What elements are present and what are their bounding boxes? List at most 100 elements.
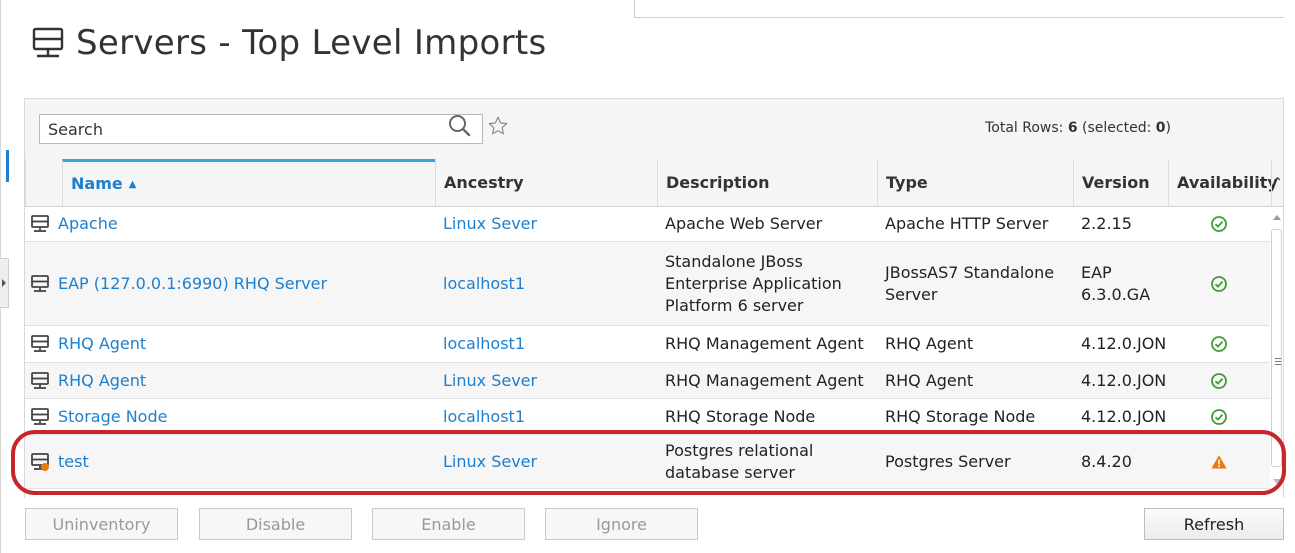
cell-name-text[interactable]: EAP (127.0.0.1:6990) RHQ Server [58, 273, 327, 295]
star-icon[interactable] [487, 115, 509, 137]
cell-ancestry-text[interactable]: Linux Sever [443, 213, 537, 235]
table-row[interactable]: test Linux Sever Postgres relational datab… [25, 435, 1270, 489]
cell-description-text: RHQ Storage Node [665, 406, 816, 426]
cell-name-text[interactable]: Apache [58, 213, 118, 235]
cell-type-text: Postgres Server [885, 451, 1011, 471]
server-icon [31, 274, 49, 292]
scroll-up-arrow-icon[interactable] [1273, 215, 1281, 220]
disable-button[interactable]: Disable [199, 508, 352, 540]
cell-description: RHQ Management Agent [657, 326, 877, 362]
cell-ancestry-text[interactable]: Linux Sever [443, 370, 537, 392]
check-circle-icon [1211, 275, 1227, 292]
cell-version-text: EAP 6.3.0.GA [1081, 262, 1151, 304]
server-icon [32, 27, 64, 58]
cell-description-text: Postgres relational database server [665, 440, 814, 482]
header-icon-column [25, 159, 62, 206]
cell-name[interactable]: Storage Node [25, 399, 435, 434]
grid-toolbar: Total Rows: 6 (selected: 0) [25, 99, 1283, 159]
scrollbar-grip-icon [1275, 358, 1281, 365]
table-row[interactable]: RHQ Agent localhost1 RHQ Management Agent R… [25, 326, 1270, 363]
cell-ancestry[interactable]: localhost1 [435, 399, 657, 434]
cell-name[interactable]: EAP (127.0.0.1:6990) RHQ Server [25, 242, 435, 325]
column-header-name-label: Name [71, 174, 123, 193]
server-icon [31, 335, 49, 352]
cell-ancestry-text[interactable]: localhost1 [443, 333, 525, 355]
cell-name-text[interactable]: RHQ Agent [58, 333, 146, 355]
cell-type-text: JBossAS7 Standalone Server [885, 262, 1055, 304]
cell-type: Postgres Server [877, 435, 1073, 488]
cell-description-text: RHQ Management Agent [665, 370, 864, 390]
table-row[interactable]: Storage Node localhost1 RHQ Storage Node RH… [25, 399, 1270, 435]
cell-ancestry[interactable]: localhost1 [435, 326, 657, 362]
selected-value: 0 [1155, 120, 1166, 136]
scrollbar-thumb[interactable] [1271, 229, 1282, 467]
left-panel-selection-marker [6, 150, 9, 182]
total-rows-value: 6 [1067, 120, 1078, 136]
cell-ancestry-text[interactable]: localhost1 [443, 273, 525, 295]
total-rows-label: Total Rows: [985, 120, 1064, 136]
collapse-left-panel-handle[interactable] [0, 258, 9, 308]
cell-ancestry[interactable]: Linux Sever [435, 207, 657, 241]
cell-name[interactable]: Apache [25, 207, 435, 241]
column-header-description[interactable]: Description [657, 159, 877, 206]
cell-ancestry[interactable]: Linux Sever [435, 435, 657, 488]
table-row[interactable]: EAP (127.0.0.1:6990) RHQ Server localhost… [25, 242, 1270, 326]
cell-ancestry-text[interactable]: localhost1 [443, 406, 525, 428]
page-title-text: Servers - Top Level Imports [76, 23, 547, 63]
page-title: Servers - Top Level Imports [32, 18, 547, 68]
table-row[interactable]: Apache Linux Sever Apache Web Server Apache… [25, 207, 1270, 242]
cell-ancestry[interactable]: localhost1 [435, 242, 657, 325]
search-icon[interactable] [448, 114, 472, 140]
cell-name-text[interactable]: test [58, 451, 89, 473]
check-circle-icon [1211, 336, 1227, 352]
cell-ancestry-text[interactable]: Linux Sever [443, 451, 537, 473]
column-header-ancestry[interactable]: Ancestry [435, 159, 657, 206]
refresh-button[interactable]: Refresh [1144, 508, 1284, 540]
ignore-button[interactable]: Ignore [545, 508, 698, 540]
cell-version-text: 4.12.0.JON [1081, 370, 1167, 390]
cell-type: RHQ Agent [877, 363, 1073, 398]
search-box[interactable] [39, 114, 483, 144]
column-header-availability[interactable]: Availability [1168, 159, 1278, 206]
column-header-version[interactable]: Version [1073, 159, 1168, 206]
warning-triangle-icon [1211, 454, 1227, 468]
column-header-name[interactable]: Name ▲ [62, 159, 435, 206]
scroll-down-arrow-icon[interactable] [1273, 479, 1281, 484]
cell-type: RHQ Agent [877, 326, 1073, 362]
cell-description: Apache Web Server [657, 207, 877, 241]
cell-description-text: Apache Web Server [665, 214, 823, 233]
check-circle-icon [1211, 408, 1227, 425]
server-icon [31, 407, 49, 425]
server-icon [31, 371, 49, 389]
enable-button[interactable]: Enable [372, 508, 525, 540]
cell-availability [1168, 207, 1270, 241]
cell-version: 4.12.0.JON [1073, 326, 1168, 362]
cell-description-text: RHQ Management Agent [665, 334, 864, 353]
check-circle-icon [1211, 372, 1227, 389]
grid-scrollbar[interactable] [1270, 207, 1283, 489]
cell-version: 8.4.20 [1073, 435, 1168, 488]
column-header-type[interactable]: Type [877, 159, 1073, 206]
total-rows-counter: Total Rows: 6 (selected: 0) [985, 120, 1171, 136]
server-warning-icon [31, 452, 49, 471]
cell-type: JBossAS7 Standalone Server [877, 242, 1073, 325]
cell-name[interactable]: RHQ Agent [25, 363, 435, 398]
cell-description: RHQ Management Agent [657, 363, 877, 398]
cell-version-text: 4.12.0.JON [1081, 334, 1167, 353]
server-icon [31, 215, 49, 232]
cell-description: RHQ Storage Node [657, 399, 877, 434]
grid-header: Name ▲ Ancestry Description Type Version … [25, 159, 1283, 207]
cell-ancestry[interactable]: Linux Sever [435, 363, 657, 398]
cell-name[interactable]: RHQ Agent [25, 326, 435, 362]
cell-type: RHQ Storage Node [877, 399, 1073, 434]
cell-name-text[interactable]: RHQ Agent [58, 370, 146, 392]
header-menu-caret[interactable]: ⌃ [1271, 159, 1283, 206]
cell-availability [1168, 242, 1270, 325]
cell-type-text: RHQ Agent [885, 370, 974, 390]
cell-version: 4.12.0.JON [1073, 399, 1168, 434]
search-input[interactable] [40, 115, 456, 143]
uninventory-button[interactable]: Uninventory [25, 508, 178, 540]
table-row[interactable]: RHQ Agent Linux Sever RHQ Management Agent… [25, 363, 1270, 399]
cell-name-text[interactable]: Storage Node [58, 406, 167, 428]
cell-name[interactable]: test [25, 435, 435, 488]
